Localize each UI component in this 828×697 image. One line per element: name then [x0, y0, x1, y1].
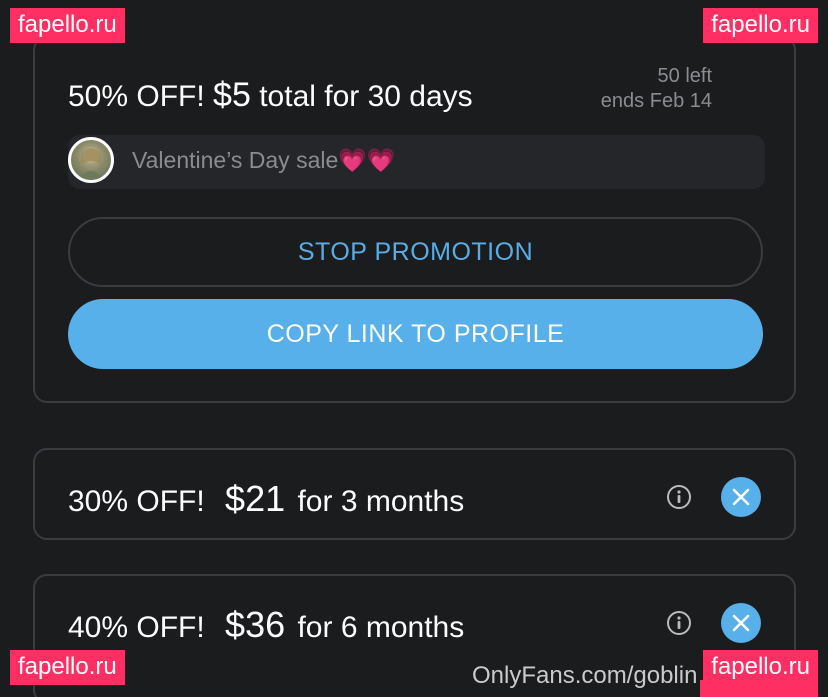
footer-url: OnlyFans.com/goblin [472, 662, 698, 689]
watermark-top-right: fapello.ru [703, 8, 818, 43]
bundle-title: 40% OFF! $36 for 6 months [68, 604, 464, 646]
close-icon [732, 488, 750, 506]
promotion-end-date: ends Feb 14 [600, 90, 712, 112]
watermark-bottom-right: fapello.ru [703, 650, 818, 685]
bundle-discount: 40% OFF! [68, 611, 205, 644]
info-icon[interactable] [666, 610, 692, 636]
bundle-price: $36 [225, 604, 286, 645]
watermark-bottom-left: fapello.ru [10, 650, 125, 685]
bundle-discount: 30% OFF! [68, 485, 205, 518]
promotion-duration: total for 30 days [259, 80, 473, 113]
remove-bundle-button[interactable] [721, 477, 761, 517]
watermark-top-left: fapello.ru [10, 8, 125, 43]
promotion-title: 50% OFF! $5 total for 30 days [68, 76, 473, 115]
promotion-meta: 50 left ends Feb 14 [601, 64, 712, 114]
promotion-message-row: Valentine’s Day sale💗💗 [68, 135, 765, 189]
promotion-remaining: 50 left [657, 65, 712, 87]
bundle-duration: for 3 months [297, 485, 465, 518]
promotion-discount: 50% OFF! [68, 80, 205, 113]
bundle-price: $21 [225, 478, 286, 519]
bundle-duration: for 6 months [297, 611, 465, 644]
promotion-price: $5 [213, 76, 251, 114]
active-promotion-card: 50% OFF! $5 total for 30 days 50 left en… [33, 36, 796, 403]
bundle-card: 30% OFF! $21 for 3 months [33, 448, 796, 540]
remove-bundle-button[interactable] [721, 603, 761, 643]
copy-link-button[interactable]: COPY LINK TO PROFILE [68, 299, 763, 369]
promotion-message: Valentine’s Day sale💗💗 [132, 147, 396, 173]
stop-promotion-button[interactable]: STOP PROMOTION [68, 217, 763, 287]
avatar [68, 137, 114, 183]
close-icon [732, 614, 750, 632]
promotions-page: 50% OFF! $5 total for 30 days 50 left en… [0, 0, 828, 697]
bundle-title: 30% OFF! $21 for 3 months [68, 478, 464, 520]
info-icon[interactable] [666, 484, 692, 510]
avatar-image [77, 147, 105, 180]
